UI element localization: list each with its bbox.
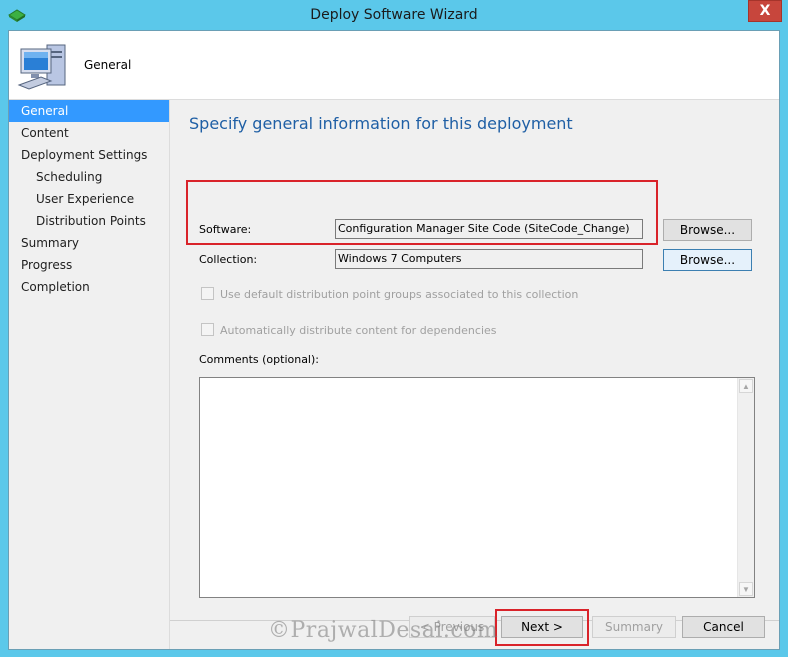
wizard-window: Deploy Software Wizard X General General… (0, 0, 788, 657)
default-dp-checkbox-label: Use default distribution point groups as… (220, 288, 579, 301)
comments-label: Comments (optional): (199, 353, 319, 366)
nav-item-user-experience[interactable]: User Experience (9, 188, 169, 210)
cancel-button[interactable]: Cancel (682, 616, 765, 638)
browse-software-button[interactable]: Browse... (663, 219, 752, 241)
comments-textarea[interactable]: ▲ ▼ (199, 377, 755, 598)
auto-distribute-checkbox-label: Automatically distribute content for dep… (220, 324, 497, 337)
nav-item-summary[interactable]: Summary (9, 232, 169, 254)
browse-collection-button[interactable]: Browse... (663, 249, 752, 271)
scroll-up-icon[interactable]: ▲ (739, 379, 753, 393)
wizard-content: Specify general information for this dep… (170, 100, 779, 649)
wizard-client-area: General General Content Deployment Setti… (8, 30, 780, 650)
next-button[interactable]: Next > (501, 616, 583, 638)
computer-icon (17, 44, 66, 90)
window-title: Deploy Software Wizard (310, 7, 478, 23)
nav-item-deployment-settings[interactable]: Deployment Settings (9, 144, 169, 166)
software-field[interactable]: Configuration Manager Site Code (SiteCod… (335, 219, 643, 239)
auto-distribute-checkbox-row[interactable]: Automatically distribute content for dep… (201, 323, 497, 339)
nav-item-progress[interactable]: Progress (9, 254, 169, 276)
comments-scrollbar[interactable]: ▲ ▼ (737, 378, 754, 597)
wizard-header: General (9, 31, 779, 100)
software-label: Software: (199, 223, 252, 236)
scroll-down-icon[interactable]: ▼ (739, 582, 753, 596)
header-step-label: General (84, 58, 132, 72)
default-dp-checkbox-row[interactable]: Use default distribution point groups as… (201, 287, 578, 303)
nav-item-completion[interactable]: Completion (9, 276, 169, 298)
nav-item-content[interactable]: Content (9, 122, 169, 144)
default-dp-checkbox[interactable] (201, 287, 214, 300)
nav-item-scheduling[interactable]: Scheduling (9, 166, 169, 188)
collection-field[interactable]: Windows 7 Computers (335, 249, 643, 269)
wizard-nav: General Content Deployment Settings Sche… (9, 100, 170, 649)
nav-item-general[interactable]: General (9, 100, 169, 122)
watermark-text: ©PrajwalDesai.com (268, 618, 499, 643)
close-button[interactable]: X (748, 0, 782, 22)
title-bar[interactable]: Deploy Software Wizard X (0, 0, 788, 30)
collection-label: Collection: (199, 253, 258, 266)
auto-distribute-checkbox[interactable] (201, 323, 214, 336)
nav-item-distribution-points[interactable]: Distribution Points (9, 210, 169, 232)
summary-button[interactable]: Summary (592, 616, 676, 638)
page-title: Specify general information for this dep… (189, 114, 573, 133)
